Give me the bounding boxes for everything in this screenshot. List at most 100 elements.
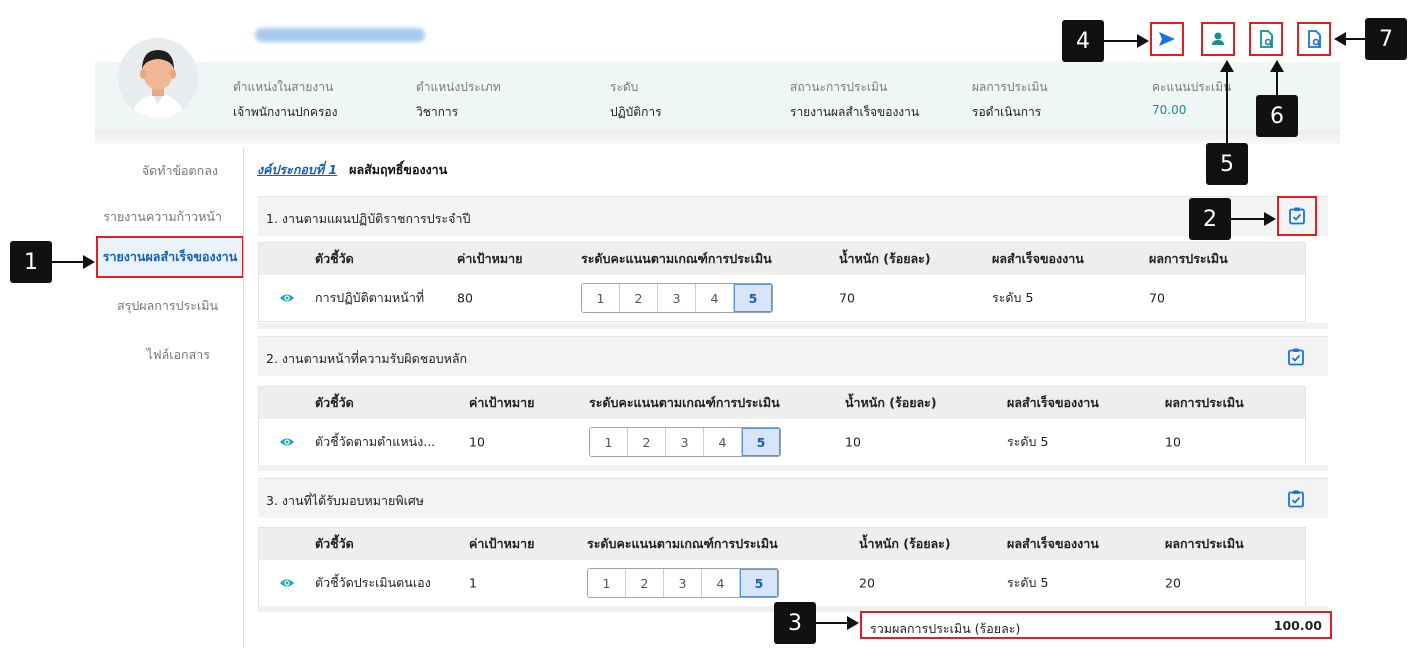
send-icon [1159,32,1175,46]
arrow-line [1104,40,1138,42]
profile-field-status: สถานะการประเมิน รายงานผลสำเร็จของงาน [790,78,919,122]
column-header: ผลสำเร็จของงาน [1007,536,1099,551]
breadcrumb: งค์ประกอบที่ 1 ผลสัมฤทธิ์ของงาน [257,160,447,180]
score-selector[interactable]: 1 2 3 4 5 [581,283,773,313]
section-title: 2. งานตามหน้าที่ความรับผิดชอบหลัก [266,351,468,366]
score-option[interactable]: 2 [628,428,666,456]
sidebar-item-achievement-report[interactable]: รายงานผลสำเร็จของงาน [96,236,244,278]
score-option[interactable]: 3 [664,569,702,597]
score-option[interactable]: 4 [704,428,742,456]
profile-field-level: ระดับ ปฏิบัติการ [610,78,662,122]
score-option-selected[interactable]: 5 [742,428,780,456]
indicator-name: ตัวชี้วัดประเมินตนเอง [315,575,431,590]
arrow-line [1346,38,1366,40]
indicator-table: ตัวชี้วัด ค่าเป้าหมาย ระดับคะแนนตามเกณฑ์… [258,386,1306,466]
arrow-left-icon [1334,32,1346,46]
score-selector[interactable]: 1 2 3 4 5 [589,427,781,457]
arrow-right-icon [1137,34,1149,48]
score-option[interactable]: 3 [666,428,704,456]
profile-field-score: คะแนนประเมิน 70.00 [1152,78,1231,117]
person-button[interactable] [1201,22,1235,56]
sidebar-item-agreement[interactable]: จัดทำข้อตกลง [100,161,218,181]
arrow-right-icon [83,255,95,269]
arrow-line [1226,70,1228,144]
section-header: 3. งานที่ได้รับมอบหมายพิเศษ [258,478,1328,518]
arrow-line [816,622,848,624]
field-value: ปฏิบัติการ [610,105,662,119]
column-header: ตัวชี้วัด [315,251,354,266]
callout-3: 3 [774,602,816,644]
table-header: ตัวชี้วัด ค่าเป้าหมาย ระดับคะแนนตามเกณฑ์… [259,528,1305,560]
callout-7: 7 [1365,18,1407,60]
score-option[interactable]: 4 [696,284,734,312]
document-view-button[interactable] [1249,22,1283,56]
score-option[interactable]: 4 [702,569,740,597]
table-row: การปฏิบัติตามหน้าที่ 80 1 2 3 4 5 70 ระด… [259,275,1305,321]
result-value: 10 [1165,434,1181,450]
achievement-value: ระดับ 5 [1007,434,1049,449]
field-value: เจ้าพนักงานปกครอง [233,105,338,119]
arrow-line [1276,70,1278,96]
eye-icon[interactable] [279,434,295,450]
eye-icon[interactable] [279,575,295,591]
column-header: ตัวชี้วัด [315,395,354,410]
score-option-selected[interactable]: 5 [740,569,778,597]
arrow-line [52,261,84,263]
indicator-name: การปฏิบัติตามหน้าที่ [315,290,425,305]
sidebar-item-progress-report[interactable]: รายงานความก้าวหน้า [96,207,222,227]
indicator-table: ตัวชี้วัด ค่าเป้าหมาย ระดับคะแนนตามเกณฑ์… [258,527,1306,607]
achievement-value: ระดับ 5 [1007,575,1049,590]
sidebar-item-files[interactable]: ไฟล์เอกสาร [100,345,210,365]
section-divider [258,323,1328,329]
avatar [118,38,198,118]
field-value: วิชาการ [416,105,459,119]
score-option[interactable]: 1 [582,284,620,312]
target-value: 1 [469,575,477,591]
section-header: 1. งานตามแผนปฏิบัติราชการประจำปี [258,196,1328,236]
column-header: น้ำหนัก (ร้อยละ) [839,251,931,266]
score-selector[interactable]: 1 2 3 4 5 [587,568,779,598]
total-label: รวมผลการประเมิน (ร้อยละ) [870,621,1021,636]
score-option[interactable]: 3 [658,284,696,312]
field-label: สถานะการประเมิน [790,80,888,94]
eye-icon[interactable] [279,290,295,306]
profile-field-type: ตำแหน่งประเภท วิชาการ [416,78,501,122]
column-header: น้ำหนัก (ร้อยละ) [859,536,951,551]
callout-5: 5 [1206,143,1248,185]
field-value: รอดำเนินการ [972,105,1042,119]
score-option[interactable]: 1 [588,569,626,597]
profile-field-result: ผลการประเมิน รอดำเนินการ [972,78,1048,122]
field-label: ระดับ [610,80,639,94]
score-option-selected[interactable]: 5 [734,284,772,312]
field-value: รายงานผลสำเร็จของงาน [790,105,920,119]
score-option[interactable]: 1 [590,428,628,456]
person-avatar-icon [118,38,198,118]
breadcrumb-link[interactable]: งค์ประกอบที่ 1 [257,162,337,177]
field-label: คะแนนประเมิน [1152,80,1232,94]
column-header: ค่าเป้าหมาย [469,536,535,551]
clipboard-check-icon[interactable] [1286,489,1306,509]
column-header: ค่าเป้าหมาย [457,251,523,266]
table-header: ตัวชี้วัด ค่าเป้าหมาย ระดับคะแนนตามเกณฑ์… [259,387,1305,419]
field-label: ตำแหน่งในสายงาน [233,80,334,94]
clipboard-check-icon[interactable] [1287,206,1307,226]
sidebar-item-summary[interactable]: สรุปผลการประเมิน [100,296,218,316]
field-value: 70.00 [1152,103,1187,117]
column-header: ระดับคะแนนตามเกณฑ์การประเมิน [581,251,772,266]
document-search-icon [1308,30,1321,48]
profile-divider [95,130,1340,144]
weight-value: 70 [839,290,855,306]
score-option[interactable]: 2 [620,284,658,312]
target-value: 10 [469,434,485,450]
clipboard-check-icon[interactable] [1286,347,1306,367]
send-button[interactable] [1150,22,1184,56]
result-value: 20 [1165,575,1181,591]
target-value: 80 [457,290,473,306]
arrow-right-icon [847,616,859,630]
score-option[interactable]: 2 [626,569,664,597]
result-value: 70 [1149,290,1165,306]
section-header: 2. งานตามหน้าที่ความรับผิดชอบหลัก [258,336,1328,376]
sidebar-divider [243,148,244,648]
weight-value: 20 [859,575,875,591]
document-report-button[interactable] [1297,22,1331,56]
